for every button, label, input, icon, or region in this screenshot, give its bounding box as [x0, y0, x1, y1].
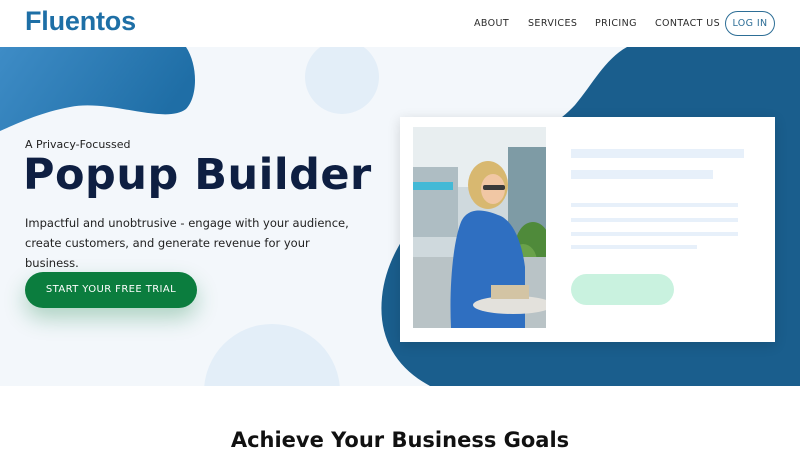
login-button[interactable]: LOG IN [725, 11, 775, 36]
skeleton-button [571, 274, 674, 305]
nav-pricing[interactable]: PRICING [595, 18, 637, 29]
popup-photo [413, 127, 546, 328]
popup-preview-card [400, 117, 775, 342]
nav-services[interactable]: SERVICES [528, 18, 577, 29]
start-free-trial-button[interactable]: START YOUR FREE TRIAL [25, 272, 197, 308]
hero-section: A Privacy-Focussed Popup Builder Impactf… [0, 47, 800, 386]
hero-title: Popup Builder [23, 150, 372, 200]
section-heading: Achieve Your Business Goals [230, 428, 570, 452]
nav-about[interactable]: ABOUT [474, 18, 509, 29]
brand-logo[interactable]: Fluentos [25, 6, 136, 37]
site-header: Fluentos ABOUT SERVICES PRICING CONTACT … [0, 0, 800, 47]
skeleton-line [571, 170, 713, 179]
skeleton-line [571, 203, 738, 207]
hero-description: Impactful and unobtrusive - engage with … [25, 216, 349, 270]
skeleton-line [571, 218, 738, 222]
skeleton-line [571, 232, 738, 236]
skeleton-line [571, 245, 697, 249]
nav-contact-us[interactable]: CONTACT US [655, 18, 720, 29]
skeleton-line [571, 149, 744, 158]
